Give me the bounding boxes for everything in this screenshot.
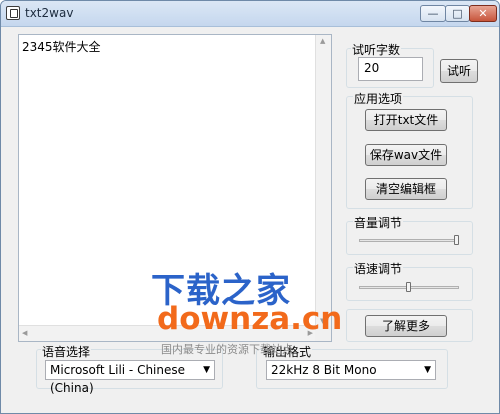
app-options-label: 应用选项 — [353, 90, 404, 107]
scroll-left-icon[interactable]: ◀ — [22, 329, 27, 337]
chevron-down-icon: ▼ — [424, 365, 431, 375]
save-wav-button[interactable]: 保存wav文件 — [365, 144, 447, 166]
window-title: txt2wav — [25, 6, 74, 20]
app-icon — [6, 6, 20, 20]
vertical-scrollbar[interactable]: ▲ ▼ — [315, 35, 331, 327]
title-bar[interactable]: txt2wav — □ ✕ — [1, 1, 499, 27]
clear-editor-button[interactable]: 清空编辑框 — [365, 178, 447, 200]
editor-text: 2345软件大全 — [22, 40, 101, 54]
open-txt-button[interactable]: 打开txt文件 — [365, 109, 447, 131]
learn-more-button[interactable]: 了解更多 — [365, 315, 447, 337]
watermark-domain: downza.cn — [157, 301, 343, 337]
voice-select[interactable]: Microsoft Lili - Chinese (China) ▼ — [45, 360, 215, 395]
speed-slider-thumb[interactable] — [406, 282, 411, 292]
watermark-slogan: 国内最专业的资源下载站点 — [161, 343, 293, 356]
volume-slider-track[interactable] — [359, 239, 459, 242]
chevron-down-icon: ▼ — [203, 365, 210, 375]
listen-count-input[interactable]: 20 — [358, 57, 423, 81]
speed-label: 语速调节 — [353, 260, 404, 277]
output-select[interactable]: 22kHz 8 Bit Mono ▼ — [266, 360, 436, 380]
close-button[interactable]: ✕ — [469, 5, 497, 22]
voice-select-value: Microsoft Lili - Chinese (China) — [50, 363, 186, 395]
minimize-button[interactable]: — — [420, 5, 446, 22]
maximize-button[interactable]: □ — [445, 5, 470, 22]
volume-label: 音量调节 — [353, 214, 404, 231]
listen-count-label: 试听字数 — [351, 41, 402, 58]
output-select-value: 22kHz 8 Bit Mono — [271, 363, 377, 377]
scroll-up-icon[interactable]: ▲ — [320, 37, 325, 45]
listen-button[interactable]: 试听 — [440, 59, 478, 83]
app-window: txt2wav — □ ✕ 2345软件大全 ▲ ▼ ◀ ▶ 试听字数 20 试… — [0, 0, 500, 414]
volume-slider-thumb[interactable] — [454, 235, 459, 245]
voice-label: 语音选择 — [41, 343, 92, 360]
